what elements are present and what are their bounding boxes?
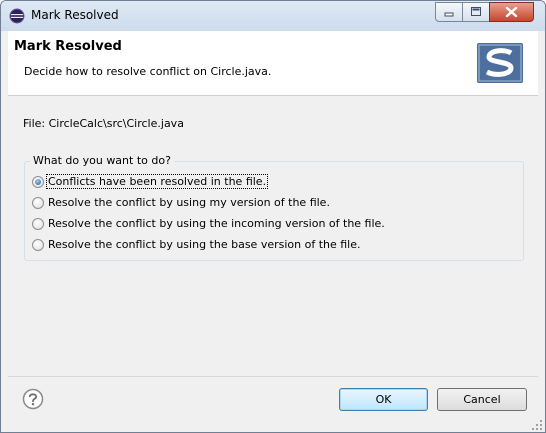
resize-grip-icon[interactable] bbox=[531, 419, 543, 431]
close-button[interactable] bbox=[489, 2, 534, 22]
ok-button[interactable]: OK bbox=[339, 388, 428, 411]
file-path-label: File: CircleCalc\src\Circle.java bbox=[23, 117, 184, 130]
option-resolved-in-file[interactable]: Conflicts have been resolved in the file… bbox=[32, 174, 269, 192]
option-label[interactable]: Conflicts have been resolved in the file… bbox=[45, 174, 269, 189]
maximize-button[interactable] bbox=[462, 2, 490, 22]
dialog-window: Mark Resolved Mark Resolved Decide how t… bbox=[0, 0, 546, 433]
close-icon bbox=[505, 6, 518, 18]
radio-button[interactable] bbox=[32, 176, 44, 188]
option-use-my-version[interactable]: Resolve the conflict by using my version… bbox=[32, 195, 332, 213]
option-label[interactable]: Resolve the conflict by using the base v… bbox=[48, 238, 361, 251]
group-legend: What do you want to do? bbox=[30, 154, 174, 167]
option-use-base-version[interactable]: Resolve the conflict by using the base v… bbox=[32, 237, 361, 255]
title-bar[interactable]: Mark Resolved bbox=[1, 1, 545, 31]
cancel-button[interactable]: Cancel bbox=[437, 388, 527, 411]
dialog-header: Mark Resolved Decide how to resolve conf… bbox=[8, 31, 538, 96]
radio-selected-dot bbox=[35, 179, 41, 185]
header-title: Mark Resolved bbox=[14, 39, 122, 54]
eclipse-icon bbox=[9, 8, 25, 24]
window-title: Mark Resolved bbox=[31, 8, 119, 22]
help-icon[interactable] bbox=[22, 388, 44, 410]
subversive-logo-icon bbox=[477, 43, 523, 83]
maximize-icon bbox=[471, 7, 481, 16]
header-description: Decide how to resolve conflict on Circle… bbox=[24, 65, 272, 78]
option-use-incoming-version[interactable]: Resolve the conflict by using the incomi… bbox=[32, 216, 385, 234]
option-label[interactable]: Resolve the conflict by using my version… bbox=[48, 196, 330, 209]
minimize-icon bbox=[444, 12, 454, 17]
minimize-button[interactable] bbox=[435, 2, 463, 22]
radio-button[interactable] bbox=[32, 239, 44, 251]
radio-button[interactable] bbox=[32, 218, 44, 230]
footer-separator bbox=[8, 376, 538, 377]
option-label[interactable]: Resolve the conflict by using the incomi… bbox=[48, 217, 385, 230]
radio-button[interactable] bbox=[32, 197, 44, 209]
